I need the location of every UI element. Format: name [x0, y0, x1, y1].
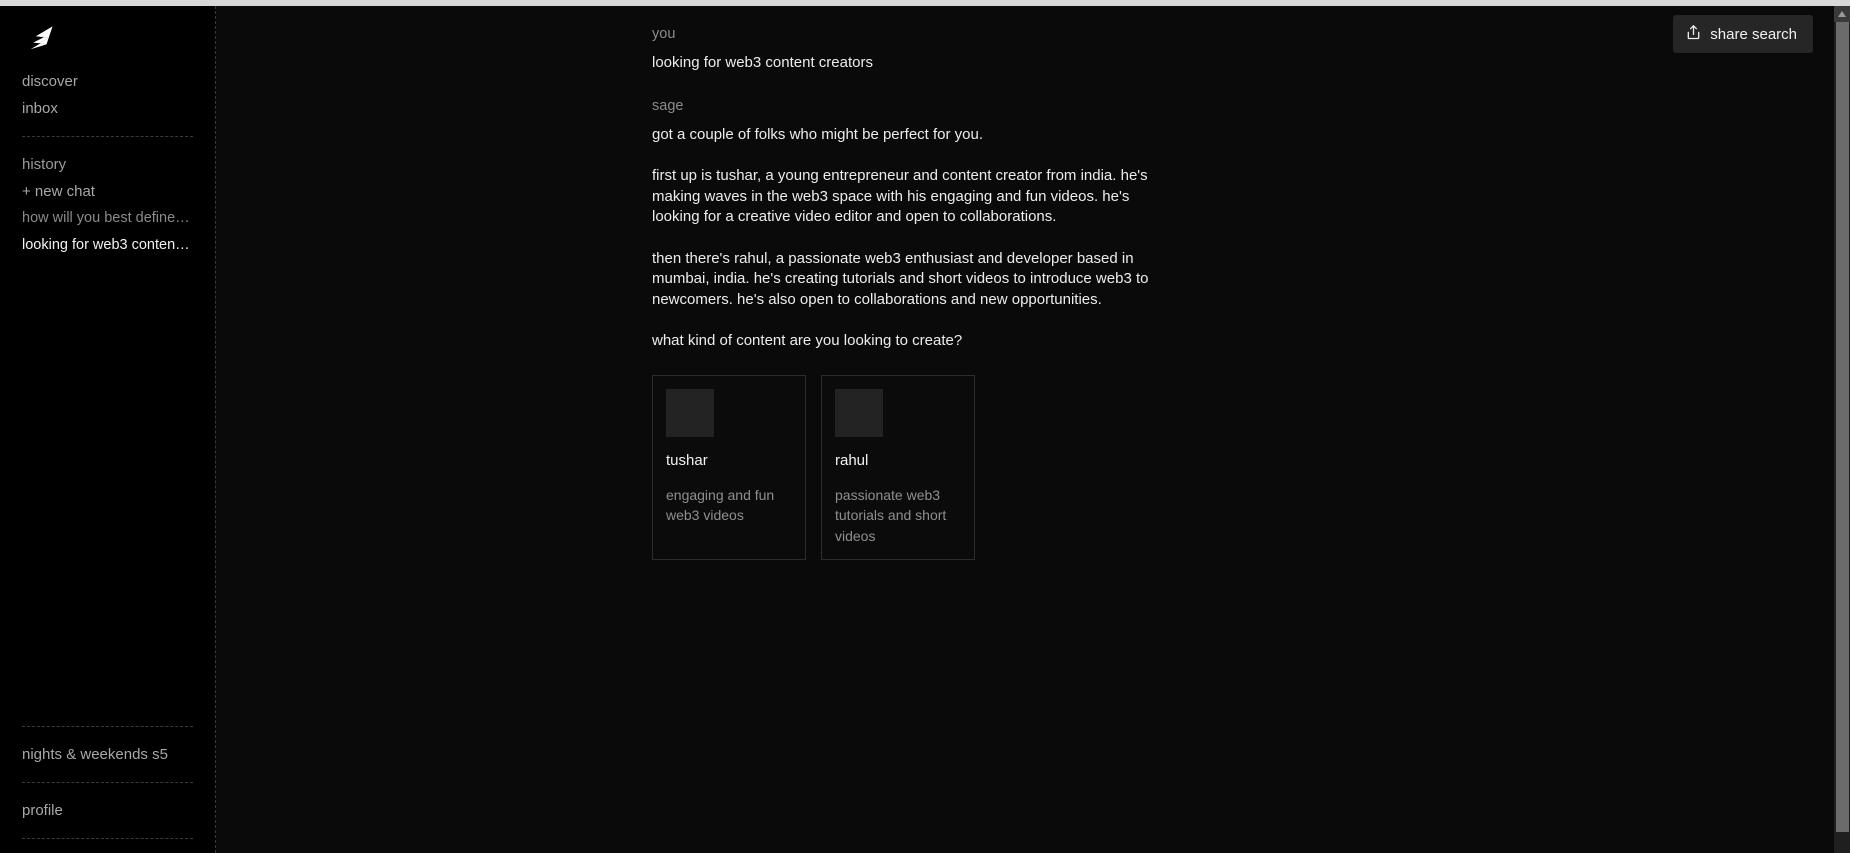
main-content: share search you looking for web3 conten… — [216, 6, 1834, 853]
browser-chrome-strip — [0, 0, 1850, 6]
assistant-role-label: sage — [652, 97, 684, 114]
sidebar: discover inbox history + new chat how wi… — [0, 6, 216, 853]
new-chat-label: + new chat — [22, 183, 95, 200]
scrollbar-thumb[interactable] — [1836, 22, 1849, 832]
sidebar-item-discover-label: discover — [22, 73, 78, 90]
sidebar-divider-bottom-2 — [22, 782, 193, 783]
profile-avatar — [835, 388, 883, 437]
user-role-label: you — [652, 26, 676, 42]
conversation-thread: you looking for web3 content creators sa… — [652, 24, 1152, 560]
nights-and-weekends-label: nights & weekends s5 — [22, 746, 168, 763]
history-section-label: history — [22, 156, 67, 173]
profile-card-name: rahul — [835, 451, 869, 469]
share-search-button[interactable]: share search — [1673, 15, 1813, 53]
sage-logo-icon — [22, 24, 215, 59]
sidebar-item-inbox-label: inbox — [22, 100, 58, 117]
app-root: discover inbox history + new chat how wi… — [0, 0, 1850, 853]
sidebar-item-nights-and-weekends[interactable]: nights & weekends s5 — [0, 741, 215, 768]
sidebar-primary-nav: discover inbox — [0, 68, 215, 122]
user-message-text: looking for web3 content creators — [652, 54, 873, 71]
sidebar-divider-bottom-3 — [22, 838, 193, 839]
assistant-paragraph-3: what kind of content are you looking to … — [652, 332, 963, 349]
assistant-paragraph-2: then there's rahul, a passionate web3 en… — [652, 249, 1149, 308]
sidebar-item-inbox[interactable]: inbox — [22, 95, 193, 122]
sidebar-divider-top — [22, 136, 193, 137]
profile-label: profile — [22, 802, 63, 819]
new-chat-button[interactable]: + new chat — [22, 178, 193, 205]
profile-card-rahul[interactable]: rahul passionate web3 tutorials and shor… — [821, 374, 975, 560]
profile-cards-row: tushar engaging and fun web3 videos rahu… — [652, 374, 1152, 560]
share-search-label: share search — [1710, 25, 1797, 43]
history-item-0[interactable]: how will you best define… — [22, 205, 193, 232]
logo-container[interactable] — [0, 6, 215, 68]
profile-card-description: passionate web3 tutorials and short vide… — [835, 486, 947, 544]
sidebar-history-section: history + new chat how will you best def… — [0, 151, 215, 259]
sidebar-item-profile[interactable]: profile — [0, 797, 215, 824]
sidebar-item-discover[interactable]: discover — [22, 68, 193, 95]
profile-card-description: engaging and fun web3 videos — [666, 486, 775, 524]
profile-card-name: tushar — [666, 451, 708, 469]
profile-avatar — [666, 388, 714, 437]
profile-card-tushar[interactable]: tushar engaging and fun web3 videos — [652, 374, 806, 560]
browser-scrollbar[interactable] — [1834, 6, 1850, 853]
scroll-up-arrow-icon[interactable] — [1834, 6, 1850, 22]
assistant-paragraph-1: first up is tushar, a young entrepreneur… — [652, 167, 1148, 225]
page-layout: discover inbox history + new chat how wi… — [0, 6, 1834, 853]
message-assistant: sage got a couple of folks who might be … — [652, 96, 1152, 560]
message-user: you looking for web3 content creators — [652, 24, 1152, 74]
sidebar-divider-bottom-1 — [22, 726, 193, 727]
share-upload-icon — [1686, 24, 1701, 44]
assistant-paragraph-0: got a couple of folks who might be perfe… — [652, 125, 984, 143]
history-item-1[interactable]: looking for web3 content… — [22, 232, 193, 259]
